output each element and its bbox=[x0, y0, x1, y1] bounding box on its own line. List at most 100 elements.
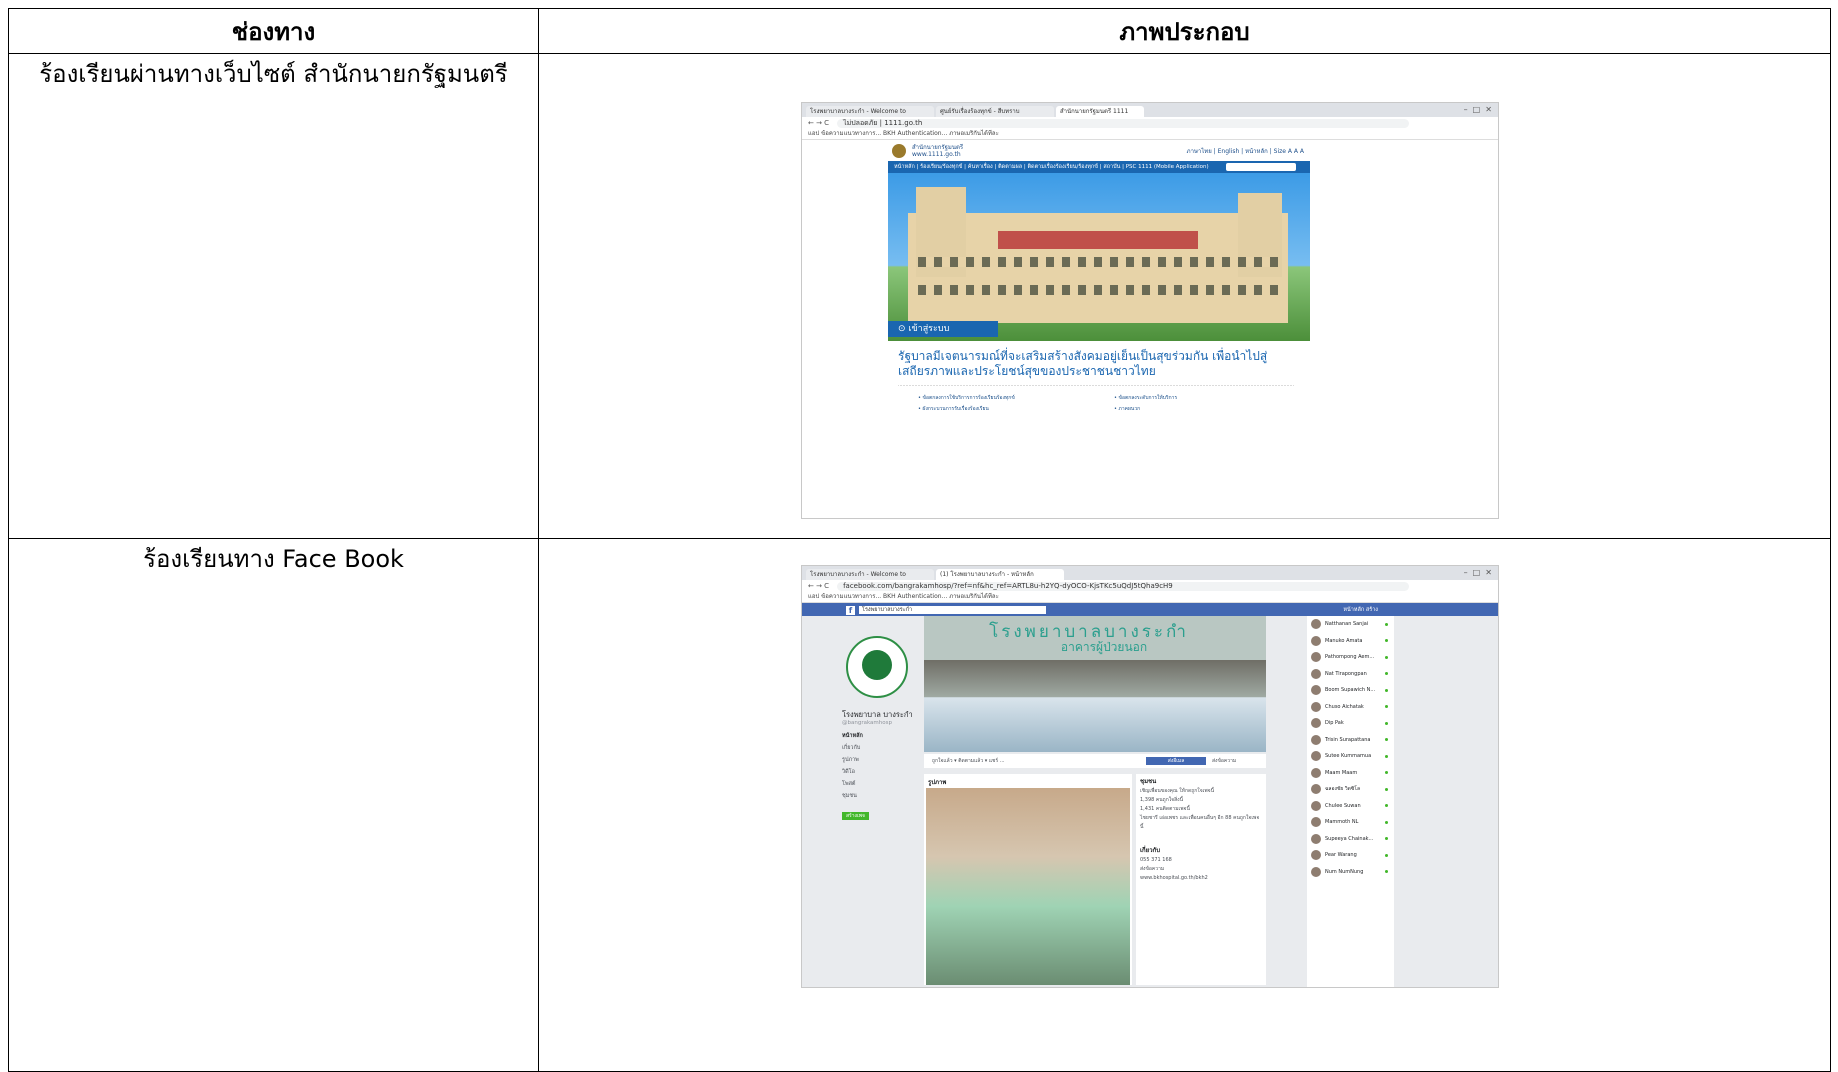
online-dot-icon bbox=[1385, 853, 1388, 857]
avatar-icon bbox=[1311, 866, 1321, 877]
chat-contact-name: ฉลองชัย วิดซิโล bbox=[1325, 786, 1361, 793]
site-nav-text: หน้าหลัก | ร้องเรียน/ร้องทุกข์ | ค้นหาเร… bbox=[894, 164, 1209, 170]
facebook-logo-icon: f bbox=[846, 605, 855, 615]
roof-photo bbox=[998, 231, 1198, 249]
site-search bbox=[1226, 163, 1296, 171]
online-dot-icon bbox=[1385, 672, 1388, 676]
seal-icon bbox=[892, 144, 906, 158]
bookmarks-bar: แอป ข้อความแนวทางการ... BKH Authenticati… bbox=[802, 129, 1498, 140]
avatar-icon bbox=[1311, 784, 1321, 795]
chat-contact-name: Maam Maam bbox=[1325, 769, 1358, 776]
fb-message-button: ส่งข้อความ bbox=[1212, 758, 1237, 764]
fb-info: ชุมชน เชิญเพื่อนของคุณ ให้กดถูกใจเพจนี้ … bbox=[1136, 774, 1266, 985]
channels-table: ช่องทาง ภาพประกอบ ร้องเรียนผ่านทางเว็บไซ… bbox=[8, 8, 1831, 1072]
window-row bbox=[918, 257, 1278, 267]
browser-tab: สำนักนายกรัฐมนตรี 1111 bbox=[1056, 106, 1144, 117]
site-nav: หน้าหลัก | ร้องเรียน/ร้องทุกข์ | ค้นหาเร… bbox=[888, 161, 1310, 173]
chat-contact-name: Pathompong Aem... bbox=[1325, 654, 1375, 661]
fb-body: โรงพยาบาล บางระกำ @bangrakamhosp หน้าหลั… bbox=[802, 616, 1498, 987]
url-text: facebook.com/bangrakamhosp/?ref=nf&hc_re… bbox=[837, 581, 1410, 591]
window-controls: – □ ✕ bbox=[1463, 568, 1492, 577]
header-image: ภาพประกอบ bbox=[538, 8, 1831, 54]
nav-arrows-icon: ← → C bbox=[808, 582, 830, 590]
hero-image: ⊙ เข้าสู่ระบบ bbox=[888, 173, 1310, 341]
chat-contact-name: Pear Warang bbox=[1325, 852, 1357, 859]
channel-website: ร้องเรียนผ่านทางเว็บไซต์ สำนักนายกรัฐมนต… bbox=[8, 53, 539, 539]
avatar-icon bbox=[1311, 668, 1321, 679]
staff-photo bbox=[926, 788, 1130, 985]
chat-contact-name: Trisin Surapattana bbox=[1325, 736, 1371, 743]
avatar-icon bbox=[1311, 850, 1321, 861]
chat-contact: Supeeya Chainak... bbox=[1307, 831, 1394, 848]
fb-handle: @bangrakamhosp bbox=[842, 720, 892, 726]
online-dot-icon bbox=[1385, 754, 1388, 758]
browser-tab: โรงพยาบาลบางระกำ - Welcome to bbox=[806, 106, 934, 117]
chat-contact: Sutee Kummamua bbox=[1307, 748, 1394, 765]
chat-contact-name: Nat Tirapongpan bbox=[1325, 670, 1367, 677]
site-bullets: • ข้อตกลงการใช้บริการการร้องเรียนร้องทุก… bbox=[888, 393, 1310, 404]
chat-contact: Dip Pak bbox=[1307, 715, 1394, 732]
chat-contact: Nat Tirapongpan bbox=[1307, 666, 1394, 683]
online-dot-icon bbox=[1385, 655, 1388, 659]
site-name: สำนักนายกรัฐมนตรี bbox=[912, 144, 964, 151]
chat-contact: ฉลองชัย วิดซิโล bbox=[1307, 781, 1394, 798]
url-text: ไม่ปลอดภัย | 1111.go.th bbox=[837, 118, 1410, 128]
community-title: ชุมชน bbox=[1140, 778, 1157, 785]
chat-contact-name: Boom Supawich N... bbox=[1325, 687, 1376, 694]
avatar-icon bbox=[1311, 635, 1321, 646]
chat-contact: Chulee Suwan bbox=[1307, 798, 1394, 815]
chat-contact-name: Sutee Kummamua bbox=[1325, 753, 1372, 760]
about-line: www.bkhospital.go.th/bkh2 bbox=[1140, 875, 1208, 881]
browser-tab: โรงพยาบาลบางระกำ - Welcome to bbox=[806, 569, 934, 580]
online-dot-icon bbox=[1385, 820, 1388, 824]
bullet: • ข้อตกลงระดับการให้บริการ bbox=[1114, 395, 1178, 401]
avatar-icon bbox=[1311, 652, 1321, 663]
avatar-icon bbox=[1311, 817, 1321, 828]
header-channel: ช่องทาง bbox=[8, 8, 539, 54]
bookmarks-bar: แอป ข้อความแนวทางการ... BKH Authenticati… bbox=[802, 592, 1498, 603]
address-bar: ← → C ไม่ปลอดภัย | 1111.go.th bbox=[802, 117, 1498, 129]
site-bullets: • ผังกระบวนการรับเรื่องร้องเรียน • ภาคผน… bbox=[888, 404, 1310, 415]
fb-page-name: โรงพยาบาล บางระกำ bbox=[842, 710, 913, 719]
cover-subtitle: อาคารผู้ป่วยนอก bbox=[1060, 640, 1148, 654]
online-dot-icon bbox=[1385, 771, 1388, 775]
address-bar: ← → C facebook.com/bangrakamhosp/?ref=nf… bbox=[802, 580, 1498, 592]
window-controls: – □ ✕ bbox=[1463, 105, 1492, 114]
avatar-icon bbox=[1311, 718, 1321, 729]
avatar-icon bbox=[1311, 800, 1321, 811]
bullet: • ข้อตกลงการใช้บริการการร้องเรียนร้องทุก… bbox=[918, 395, 1015, 401]
online-dot-icon bbox=[1385, 804, 1388, 808]
avatar-icon bbox=[1311, 833, 1321, 844]
nav-arrows-icon: ← → C bbox=[808, 119, 830, 127]
online-dot-icon bbox=[1385, 688, 1388, 692]
chat-contact-name: Mammoth NL bbox=[1325, 819, 1359, 826]
fb-search: โรงพยาบาลบางระกำ bbox=[859, 606, 1046, 614]
chat-contact: Trisin Surapattana bbox=[1307, 732, 1394, 749]
fb-actionbar: ถูกใจแล้ว ▾ ติดตามแล้ว ▾ แชร์ ... ส่งอีเ… bbox=[924, 754, 1266, 768]
community-line: 1,431 คนติดตามเพจนี้ bbox=[1140, 806, 1190, 812]
chat-contact-name: Chulee Suwan bbox=[1325, 802, 1361, 809]
fb-photos-title: รูปภาพ bbox=[928, 779, 947, 786]
online-dot-icon bbox=[1385, 870, 1388, 874]
fb-cover: โรงพยาบาลบางระกำ อาคารผู้ป่วยนอก bbox=[924, 616, 1266, 752]
chat-contact-name: Num NumNung bbox=[1325, 868, 1364, 875]
online-dot-icon bbox=[1385, 622, 1388, 626]
fb-left-col: โรงพยาบาล บางระกำ @bangrakamhosp หน้าหลั… bbox=[842, 630, 914, 821]
fb-send-button: ส่งอีเมล bbox=[1146, 757, 1206, 765]
avatar-icon bbox=[1311, 619, 1321, 630]
bullet: • ผังกระบวนการรับเรื่องร้องเรียน bbox=[918, 406, 989, 412]
chat-contact: Mammoth NL bbox=[1307, 814, 1394, 831]
community-line: 1,398 คนถูกใจสิ่งนี้ bbox=[1140, 797, 1184, 803]
fb-menu-item: ชุมชน bbox=[842, 793, 857, 799]
chat-contact-name: Natthanan Sanjai bbox=[1325, 621, 1369, 628]
website-screenshot: โรงพยาบาลบางระกำ - Welcome to ศูนย์รับเร… bbox=[801, 102, 1499, 519]
fb-topbar: f โรงพยาบาลบางระกำ หน้าหลัก สร้าง bbox=[802, 603, 1498, 617]
site-body-text: …………………………………………………………………………………………………………… bbox=[898, 383, 1294, 388]
about-line: ส่งข้อความ bbox=[1140, 866, 1165, 872]
site-headline: รัฐบาลมีเจตนารมณ์ที่จะเสริมสร้างสังคมอยู… bbox=[898, 349, 1268, 378]
site-url: www.1111.go.th bbox=[912, 151, 961, 158]
chat-contact-name: Supeeya Chainak... bbox=[1325, 835, 1374, 842]
browser-tab: (1) โรงพยาบาลบางระกำ - หน้าหลัก bbox=[936, 569, 1064, 580]
fb-photos: รูปภาพ bbox=[924, 774, 1132, 985]
fb-actions: ถูกใจแล้ว ▾ ติดตามแล้ว ▾ แชร์ ... bbox=[932, 758, 1005, 764]
